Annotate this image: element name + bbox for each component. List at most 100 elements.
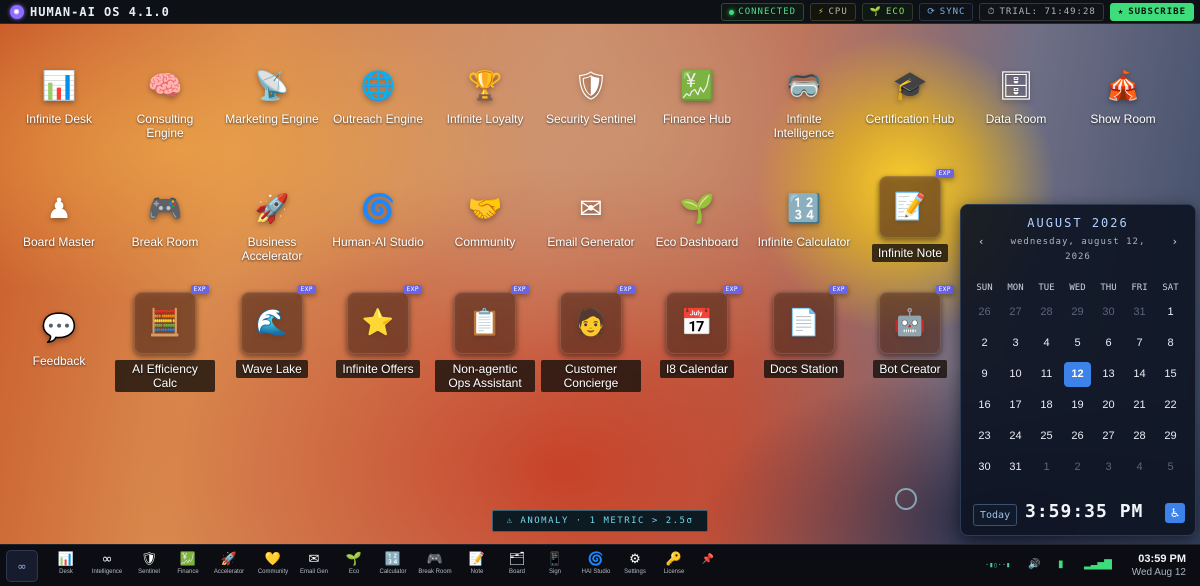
calendar-day[interactable]: 6	[1093, 328, 1124, 359]
desktop-app-finance-hub[interactable]: 💹 Finance Hub	[647, 62, 747, 127]
taskbar-item-email-gen[interactable]: ✉ Email Gen	[294, 551, 334, 575]
sync-status[interactable]: ⟳ SYNC	[919, 3, 974, 21]
anomaly-alert[interactable]: ⚠ ANOMALY · 1 METRIC > 2.5σ	[492, 510, 708, 532]
calendar-day[interactable]: 5	[1062, 328, 1093, 359]
signal-icon[interactable]: ▂▃▅▇	[1084, 559, 1112, 570]
accessibility-icon[interactable]: ♿	[1165, 503, 1185, 523]
taskbar-item-hai-studio[interactable]: 🌀 HAI Studio	[576, 551, 616, 575]
calendar-day[interactable]: 11	[1031, 359, 1062, 390]
taskbar-item-finance[interactable]: 💹 Finance	[168, 551, 208, 575]
volume-icon[interactable]: 🔊	[1028, 559, 1040, 570]
start-button[interactable]: ∞	[6, 550, 38, 582]
calendar-day-selected[interactable]: 12	[1064, 362, 1091, 387]
calendar-day[interactable]: 25	[1031, 421, 1062, 452]
desktop-app-infinite-loyalty[interactable]: 🏆 Infinite Loyalty	[435, 62, 535, 127]
taskbar-item-note[interactable]: 📝 Note	[457, 551, 497, 575]
calendar-day[interactable]: 27	[1093, 421, 1124, 452]
calendar-day[interactable]: 14	[1124, 359, 1155, 390]
connected-status[interactable]: CONNECTED	[721, 3, 805, 21]
calendar-day[interactable]: 9	[969, 359, 1000, 390]
desktop-app-human-ai-studio[interactable]: 🌀 Human-AI Studio	[328, 185, 428, 250]
desktop-app-show-room[interactable]: 🎪 Show Room	[1073, 62, 1173, 127]
calendar-day[interactable]: 29	[1155, 421, 1186, 452]
calendar-day[interactable]: 4	[1031, 328, 1062, 359]
calendar-day[interactable]: 3	[1000, 328, 1031, 359]
desktop-app-data-room[interactable]: 🗄 Data Room	[966, 62, 1066, 127]
taskbar-item-eco[interactable]: 🌱 Eco	[334, 551, 374, 575]
desktop-app-break-room[interactable]: 🎮 Break Room	[115, 185, 215, 250]
taskbar-item-board[interactable]: 🗂 Board	[497, 551, 537, 575]
desktop-app-infinite-note[interactable]: 📝 EXP Infinite Note	[860, 169, 960, 262]
desktop-app-ai-efficiency-calc[interactable]: 🧮 EXP AI Efficiency Calc	[115, 285, 215, 392]
desktop-app-community[interactable]: 🤝 Community	[435, 185, 535, 250]
desktop-app-customer-concierge[interactable]: 🧑 EXP Customer Concierge	[541, 285, 641, 392]
calendar-day[interactable]: 30	[969, 452, 1000, 483]
desktop-app-board-master[interactable]: ♟ Board Master	[9, 185, 109, 250]
desktop-app-infinite-desk[interactable]: 📊 Infinite Desk	[9, 62, 109, 127]
calendar-day[interactable]: 4	[1124, 452, 1155, 483]
desktop-app-outreach-engine[interactable]: 🌐 Outreach Engine	[328, 62, 428, 127]
calendar-day[interactable]: 21	[1124, 390, 1155, 421]
calendar-day[interactable]: 27	[1000, 297, 1031, 328]
desktop-app-feedback[interactable]: 💬 Feedback	[9, 304, 109, 369]
calendar-day[interactable]: 2	[969, 328, 1000, 359]
taskbar-item-intelligence[interactable]: ∞ Intelligence	[87, 551, 127, 575]
desktop-app-certification-hub[interactable]: 🎓 Certification Hub	[860, 62, 960, 127]
desktop-app-security-sentinel[interactable]: 🛡 Security Sentinel	[541, 62, 641, 127]
taskbar-item-sign[interactable]: 📱 Sign	[535, 551, 575, 575]
desktop-app-marketing-engine[interactable]: 📡 Marketing Engine	[222, 62, 322, 127]
desktop-app-non-agentic-ops-assistant[interactable]: 📋 EXP Non-agentic Ops Assistant	[435, 285, 535, 392]
calendar-day[interactable]: 19	[1062, 390, 1093, 421]
calendar-day[interactable]: 29	[1062, 297, 1093, 328]
taskbar-item-accelerator[interactable]: 🚀 Accelerator	[209, 551, 249, 575]
calendar-day[interactable]: 1	[1031, 452, 1062, 483]
calendar-day[interactable]: 17	[1000, 390, 1031, 421]
desktop-app-wave-lake[interactable]: 🌊 EXP Wave Lake	[222, 285, 322, 378]
desktop-app-bot-creator[interactable]: 🤖 EXP Bot Creator	[860, 285, 960, 378]
calendar-day[interactable]: 2	[1062, 452, 1093, 483]
system-clock[interactable]: 03:59 PM Wed Aug 12	[1132, 553, 1186, 578]
calendar-day[interactable]: 26	[1062, 421, 1093, 452]
today-button[interactable]: Today	[973, 504, 1018, 526]
calendar-day[interactable]: 1	[1155, 297, 1186, 328]
next-month-button[interactable]: ›	[1173, 235, 1177, 248]
desktop-app-email-generator[interactable]: ✉ Email Generator	[541, 185, 641, 250]
taskbar-item-break-room[interactable]: 🎮 Break Room	[415, 551, 455, 575]
taskbar-item-desk[interactable]: 📊 Desk	[46, 551, 86, 575]
trial-timer[interactable]: ⏱ TRIAL: 71:49:28	[979, 3, 1104, 21]
calendar-day[interactable]: 18	[1031, 390, 1062, 421]
calendar-day[interactable]: 16	[969, 390, 1000, 421]
calendar-day[interactable]: 23	[969, 421, 1000, 452]
desktop-app-docs-station[interactable]: 📄 EXP Docs Station	[754, 285, 854, 378]
cpu-status[interactable]: ⚡ CPU	[810, 3, 856, 21]
calendar-day[interactable]: 30	[1093, 297, 1124, 328]
calendar-day[interactable]: 15	[1155, 359, 1186, 390]
subscribe-button[interactable]: ★ SUBSCRIBE	[1109, 3, 1194, 21]
taskbar-item-calculator[interactable]: 🔢 Calculator	[373, 551, 413, 575]
taskbar-item-community[interactable]: 💛 Community	[253, 551, 293, 575]
calendar-day[interactable]: 28	[1124, 421, 1155, 452]
calendar-day[interactable]: 24	[1000, 421, 1031, 452]
calendar-day[interactable]: 10	[1000, 359, 1031, 390]
calendar-day[interactable]: 31	[1124, 297, 1155, 328]
calendar-day[interactable]: 26	[969, 297, 1000, 328]
desktop-app-business-accelerator[interactable]: 🚀 Business Accelerator	[222, 185, 322, 264]
calendar-day[interactable]: 13	[1093, 359, 1124, 390]
calendar-day[interactable]: 28	[1031, 297, 1062, 328]
eco-status[interactable]: 🌱 ECO	[861, 3, 914, 21]
calendar-day[interactable]: 8	[1155, 328, 1186, 359]
calendar-day[interactable]: 3	[1093, 452, 1124, 483]
calendar-day[interactable]: 20	[1093, 390, 1124, 421]
desktop-app-eco-dashboard[interactable]: 🌱 Eco Dashboard	[647, 185, 747, 250]
desktop-app-infinite-calculator[interactable]: 🔢 Infinite Calculator	[754, 185, 854, 250]
calendar-day[interactable]: 5	[1155, 452, 1186, 483]
calendar-day[interactable]: 7	[1124, 328, 1155, 359]
taskbar-item-sentinel[interactable]: 🛡 Sentinel	[129, 551, 169, 575]
taskbar-item-settings[interactable]: ⚙ Settings	[615, 551, 655, 575]
prev-month-button[interactable]: ‹	[979, 235, 983, 248]
desktop-app-infinite-offers[interactable]: ⭐ EXP Infinite Offers	[328, 285, 428, 378]
battery-icon[interactable]: ▮	[1058, 559, 1064, 570]
desktop-app-i8-calendar[interactable]: 📅 EXP I8 Calendar	[647, 285, 747, 378]
calendar-day[interactable]: 22	[1155, 390, 1186, 421]
desktop-app-consulting-engine[interactable]: 🧠 Consulting Engine	[115, 62, 215, 141]
